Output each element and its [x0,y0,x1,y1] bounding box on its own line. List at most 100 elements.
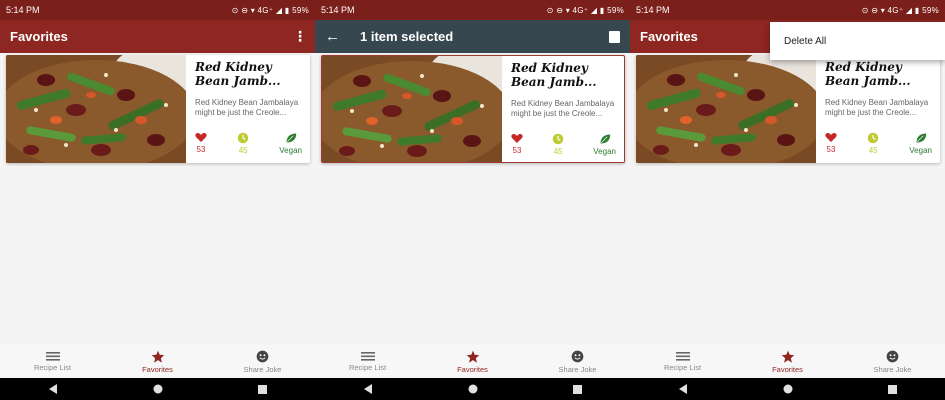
delete-icon[interactable] [609,30,620,43]
minutes-count: 45 [868,146,878,155]
nav-favorites[interactable]: Favorites [748,350,828,374]
bottom-nav: Recipe List Favorites Share Joke [315,345,630,378]
delete-all-label: Delete All [784,35,827,47]
home-circle-icon[interactable] [148,381,168,397]
nav-favorites[interactable]: Favorites [118,350,198,374]
likes-count: 53 [826,145,836,154]
smiley-icon [571,350,584,362]
smiley-icon [886,350,899,362]
back-triangle-icon[interactable] [43,381,63,397]
system-nav-bar [315,378,630,400]
recipe-image [636,55,816,163]
heart-icon [825,132,837,143]
leaf-icon [915,132,927,144]
nav-label-recipe-list: Recipe List [33,363,72,372]
star-icon [781,350,794,363]
diet-stat: Vegan [279,132,302,155]
diet-label: Vegan [279,146,302,155]
recents-square-icon[interactable] [883,381,903,397]
selection-count-title: 1 item selected [360,29,454,44]
recipe-description: Red Kidney Bean Jambalaya might be just … [195,98,299,117]
likes-stat: 53 [825,132,837,155]
minutes-count: 45 [553,147,563,156]
nav-recipe-list[interactable]: Recipe List [13,351,93,372]
time-stat: 45 [552,133,564,156]
nav-recipe-list[interactable]: Recipe List [328,351,408,372]
likes-count: 53 [196,145,206,154]
list-icon [675,352,690,361]
screens-container: 5:14 PM ⊙ ⊖ ▾ 4G⁺ ◢ ▮ 59% Favorites ⋮ Re… [0,0,945,400]
recipe-card[interactable]: Red Kidney Bean Jamb... Red Kidney Bean … [636,55,940,163]
nav-label-share-joke: Share Joke [243,364,282,374]
recents-square-icon[interactable] [253,381,273,397]
status-bar: 5:14 PM ⊙ ⊖ ▾ 4G⁺ ◢ ▮ 59% [630,0,945,20]
likes-count: 53 [512,146,522,155]
bottom-nav: Recipe List Favorites Share Joke [630,345,945,378]
back-triangle-icon[interactable] [673,381,693,397]
screen-selection-mode: 5:14 PM ⊙ ⊖ ▾ 4G⁺ ◢ ▮ 59% ← 1 item selec… [315,0,630,400]
leaf-icon [599,133,611,145]
nav-label-favorites: Favorites [772,364,803,374]
smiley-icon [256,350,269,362]
status-bar: 5:14 PM ⊙ ⊖ ▾ 4G⁺ ◢ ▮ 59% [0,0,315,20]
nav-favorites[interactable]: Favorites [433,350,513,374]
action-mode-bar: ← 1 item selected [315,20,630,53]
screen-favorites: 5:14 PM ⊙ ⊖ ▾ 4G⁺ ◢ ▮ 59% Favorites ⋮ Re… [0,0,315,400]
app-bar: Favorites ⋮ [0,20,315,53]
star-icon [466,350,479,363]
status-indicators: ⊙ ⊖ ▾ 4G⁺ ◢ ▮ 59% [861,5,939,15]
clock-icon [552,133,564,145]
nav-label-favorites: Favorites [142,364,173,374]
clock-icon [867,132,879,144]
nav-recipe-list[interactable]: Recipe List [643,351,723,372]
status-time: 5:14 PM [636,5,670,15]
card-body: Red Kidney Bean Jamb... Red Kidney Bean … [502,56,624,162]
recipe-card[interactable]: Red Kidney Bean Jamb... Red Kidney Bean … [6,55,310,163]
nav-label-share-joke: Share Joke [558,364,597,374]
more-vert-icon[interactable]: ⋮ [293,28,307,45]
diet-stat: Vegan [909,132,932,155]
minutes-count: 45 [238,146,248,155]
status-indicators: ⊙ ⊖ ▾ 4G⁺ ◢ ▮ 59% [546,5,624,15]
list-icon [360,352,375,361]
nav-label-share-joke: Share Joke [873,364,912,374]
diet-label: Vegan [593,147,616,156]
diet-stat: Vegan [593,133,616,156]
nav-share-joke[interactable]: Share Joke [853,350,933,374]
recipe-description: Red Kidney Bean Jambalaya might be just … [825,98,929,117]
heart-icon [511,133,523,144]
star-icon [151,350,164,363]
heart-icon [195,132,207,143]
recipe-card[interactable]: Red Kidney Bean Jamb... Red Kidney Bean … [321,55,625,163]
screen-favorites-menu-open: 5:14 PM ⊙ ⊖ ▾ 4G⁺ ◢ ▮ 59% Favorites Red … [630,0,945,400]
list-icon [45,352,60,361]
status-indicators: ⊙ ⊖ ▾ 4G⁺ ◢ ▮ 59% [231,5,309,15]
recipe-image [6,55,186,163]
system-nav-bar [630,378,945,400]
back-triangle-icon[interactable] [358,381,378,397]
nav-share-joke[interactable]: Share Joke [223,350,303,374]
nav-label-recipe-list: Recipe List [663,363,702,372]
recipe-title: Red Kidney Bean Jamb... [195,60,281,88]
card-body: Red Kidney Bean Jamb... Red Kidney Bean … [186,55,310,163]
recipe-stats: 53 45 Vegan [825,132,936,155]
delete-all-menu-item[interactable]: Delete All [770,22,945,60]
time-stat: 45 [867,132,879,155]
home-circle-icon[interactable] [463,381,483,397]
nav-share-joke[interactable]: Share Joke [538,350,618,374]
leaf-icon [285,132,297,144]
recipe-title: Red Kidney Bean Jamb... [511,61,597,89]
status-bar: 5:14 PM ⊙ ⊖ ▾ 4G⁺ ◢ ▮ 59% [315,0,630,20]
diet-label: Vegan [909,146,932,155]
arrow-back-icon[interactable]: ← [325,28,340,45]
clock-icon [237,132,249,144]
recipe-description: Red Kidney Bean Jambalaya might be just … [511,99,615,118]
recents-square-icon[interactable] [568,381,588,397]
card-body: Red Kidney Bean Jamb... Red Kidney Bean … [816,55,940,163]
system-nav-bar [0,378,315,400]
home-circle-icon[interactable] [778,381,798,397]
status-time: 5:14 PM [321,5,355,15]
nav-label-favorites: Favorites [457,364,488,374]
status-time: 5:14 PM [6,5,40,15]
likes-stat: 53 [195,132,207,155]
